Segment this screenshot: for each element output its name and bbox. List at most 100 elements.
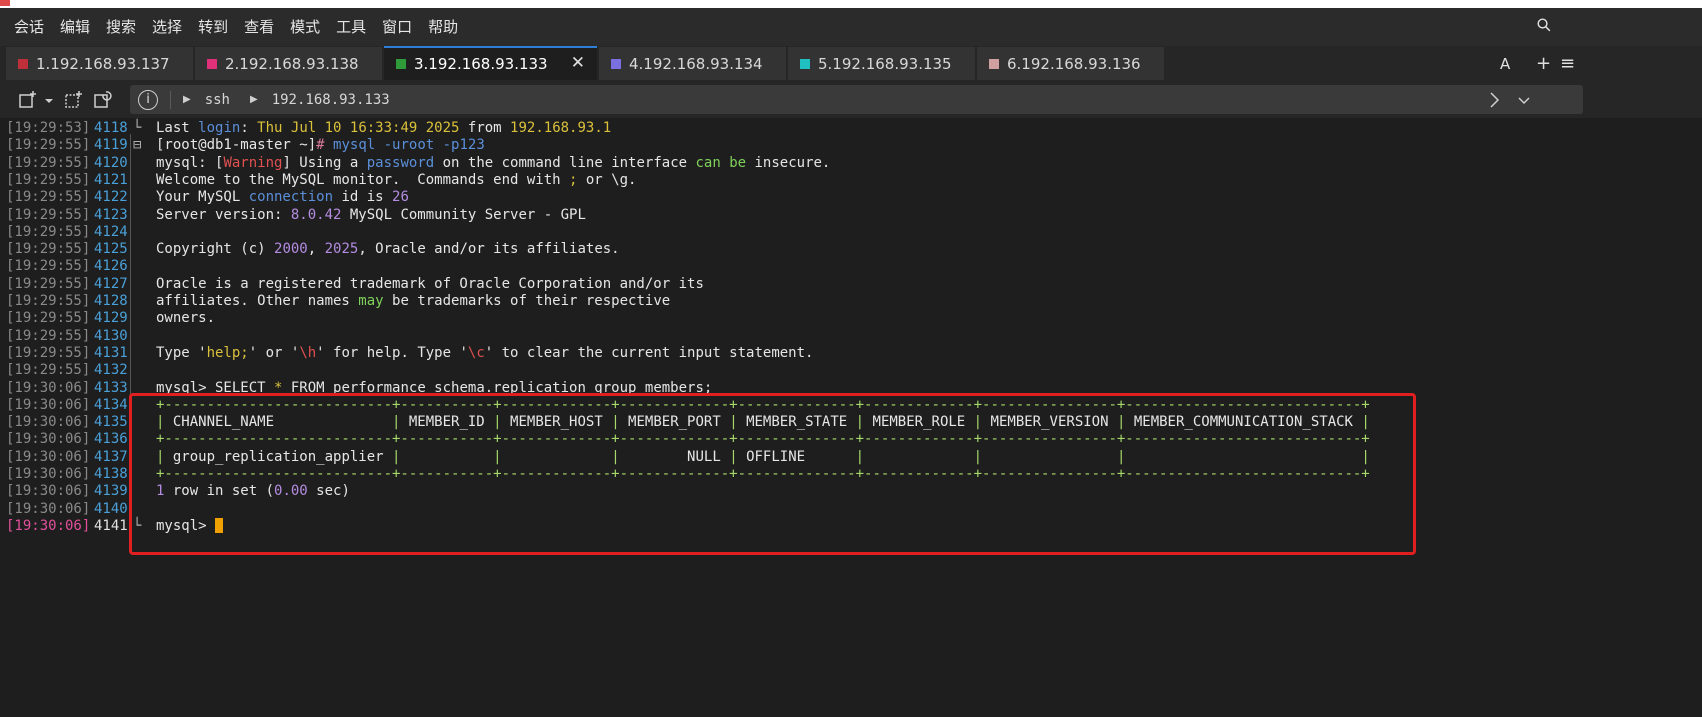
breadcrumb-arrow-icon: ▶ [250, 94, 258, 105]
tab-label: 4.192.168.93.134 [629, 54, 763, 73]
line-text: affiliates. Other names may be trademark… [156, 293, 671, 309]
timestamp: [19:30:06] [6, 448, 91, 465]
host-segment[interactable]: 192.168.93.133 [272, 92, 390, 108]
tab-menu-button[interactable]: ≡ [1560, 46, 1575, 81]
fold-marker-icon[interactable]: ⊟ [133, 136, 141, 154]
menu-item-0[interactable]: 会话 [0, 8, 52, 46]
line-number: 4132 [94, 362, 128, 379]
search-icon[interactable] [1536, 17, 1552, 33]
timestamp: [19:30:06] [6, 379, 91, 396]
line-number: 4141 [94, 517, 128, 534]
address-separator [170, 90, 171, 109]
address-bar[interactable]: i ▶ ssh ▶ 192.168.93.133 [130, 85, 1583, 114]
fold-marker-icon[interactable]: └ [133, 119, 141, 137]
chevron-right-icon[interactable] [1484, 90, 1504, 110]
line-number: 4138 [94, 466, 128, 482]
line-text: owners. [156, 310, 216, 327]
line-number: 4130 [94, 327, 128, 344]
app-icon [0, 0, 10, 6]
info-icon[interactable]: i [138, 89, 158, 110]
chevron-down-icon[interactable] [1514, 90, 1534, 110]
tab-color-icon [800, 58, 810, 69]
menu-item-7[interactable]: 工具 [328, 8, 374, 46]
tab-color-icon [396, 59, 406, 69]
menu-item-4[interactable]: 转到 [190, 8, 236, 46]
timestamp: [19:29:55] [6, 171, 91, 188]
annotation-highlight-box [129, 393, 1416, 555]
line-number: 4118 [94, 120, 128, 136]
line-text: mysql: [Warning] Using a password on the… [156, 154, 831, 171]
timestamp: [19:29:55] [6, 362, 91, 379]
tab-color-icon [611, 58, 621, 69]
line-number: 4122 [94, 189, 128, 206]
timestamp: [19:29:55] [6, 154, 91, 171]
line-number: 4127 [94, 275, 128, 292]
new-session-icon[interactable] [18, 90, 38, 110]
menu-item-9[interactable]: 帮助 [420, 8, 466, 46]
tab-label: 5.192.168.93.135 [818, 54, 952, 73]
menu-item-5[interactable]: 查看 [236, 8, 282, 46]
line-number: 4126 [94, 258, 128, 275]
clone-session-icon[interactable] [64, 90, 84, 110]
timestamp: [19:29:55] [6, 189, 91, 206]
menu-item-6[interactable]: 模式 [282, 8, 328, 46]
font-label: A [1500, 54, 1511, 73]
menu-item-3[interactable]: 选择 [144, 8, 190, 46]
hamburger-icon: ≡ [1560, 53, 1576, 74]
line-text: Welcome to the MySQL monitor. Commands e… [156, 171, 637, 188]
menu-item-1[interactable]: 编辑 [52, 8, 98, 46]
tab-session-2[interactable]: 2.192.168.93.138 [195, 47, 382, 80]
line-number: 4119 [94, 137, 128, 154]
menu-bar: 会话 编辑 搜索 选择 转到 查看 模式 工具 窗口 帮助 [0, 8, 1702, 46]
line-number: 4125 [94, 241, 128, 258]
line-number: 4131 [94, 344, 128, 361]
reconnect-icon[interactable] [93, 90, 113, 110]
line-number: 4121 [94, 171, 128, 188]
tab-session-3[interactable]: 3.192.168.93.133 ✕ [384, 46, 597, 80]
close-icon[interactable]: ✕ [571, 53, 585, 73]
line-number: 4139 [94, 483, 128, 500]
window-top-strip [0, 0, 1702, 8]
chevron-down-icon[interactable] [42, 90, 56, 110]
menu-item-8[interactable]: 窗口 [374, 8, 420, 46]
line-text: Oracle is a registered trademark of Orac… [156, 275, 704, 292]
tab-session-6[interactable]: 6.192.168.93.136 [977, 47, 1164, 80]
timestamp: [19:29:55] [6, 137, 91, 154]
line-number: 4128 [94, 293, 128, 309]
session-tab-bar: 1.192.168.93.137 2.192.168.93.138 3.192.16… [0, 46, 1702, 81]
line-number: 4124 [94, 223, 128, 240]
tab-label: 1.192.168.93.137 [36, 54, 170, 73]
timestamp: [19:30:06] [6, 466, 91, 482]
line-number: 4137 [94, 448, 128, 465]
timestamp: [19:29:55] [6, 275, 91, 292]
timestamp: [19:29:55] [6, 206, 91, 223]
protocol-segment[interactable]: ssh [205, 92, 230, 108]
line-text: Server version: 8.0.42 MySQL Community S… [156, 206, 586, 223]
timestamp: [19:29:55] [6, 293, 91, 309]
timestamp: [19:30:06] [6, 517, 91, 534]
line-number: 4123 [94, 206, 128, 223]
timestamp: [19:30:06] [6, 483, 91, 500]
tab-session-1[interactable]: 1.192.168.93.137 [6, 47, 193, 80]
timestamp: [19:30:06] [6, 431, 91, 448]
timestamp: [19:30:06] [6, 396, 91, 413]
tab-session-4[interactable]: 4.192.168.93.134 [599, 47, 786, 80]
line-number: 4129 [94, 310, 128, 327]
line-number: 4133 [94, 379, 128, 396]
line-text: Last login: Thu Jul 10 16:33:49 2025 fro… [156, 120, 612, 136]
toolbar: i ▶ ssh ▶ 192.168.93.133 [0, 81, 1702, 118]
timestamp: [19:29:55] [6, 310, 91, 327]
tab-session-5[interactable]: 5.192.168.93.135 [788, 47, 975, 80]
timestamp: [19:29:55] [6, 327, 91, 344]
menu-item-2[interactable]: 搜索 [98, 8, 144, 46]
timestamp: [19:30:06] [6, 414, 91, 431]
font-size-button[interactable]: A [1500, 46, 1510, 81]
tab-color-icon [989, 58, 999, 69]
line-number: 4136 [94, 431, 128, 448]
line-text: [root@db1-master ~]# mysql -uroot -p123 [156, 137, 485, 154]
tab-color-icon [207, 58, 217, 69]
new-tab-button[interactable]: + [1536, 46, 1551, 81]
timestamp: [19:29:55] [6, 258, 91, 275]
timestamp: [19:29:55] [6, 344, 91, 361]
breadcrumb-arrow-icon: ▶ [183, 94, 191, 105]
